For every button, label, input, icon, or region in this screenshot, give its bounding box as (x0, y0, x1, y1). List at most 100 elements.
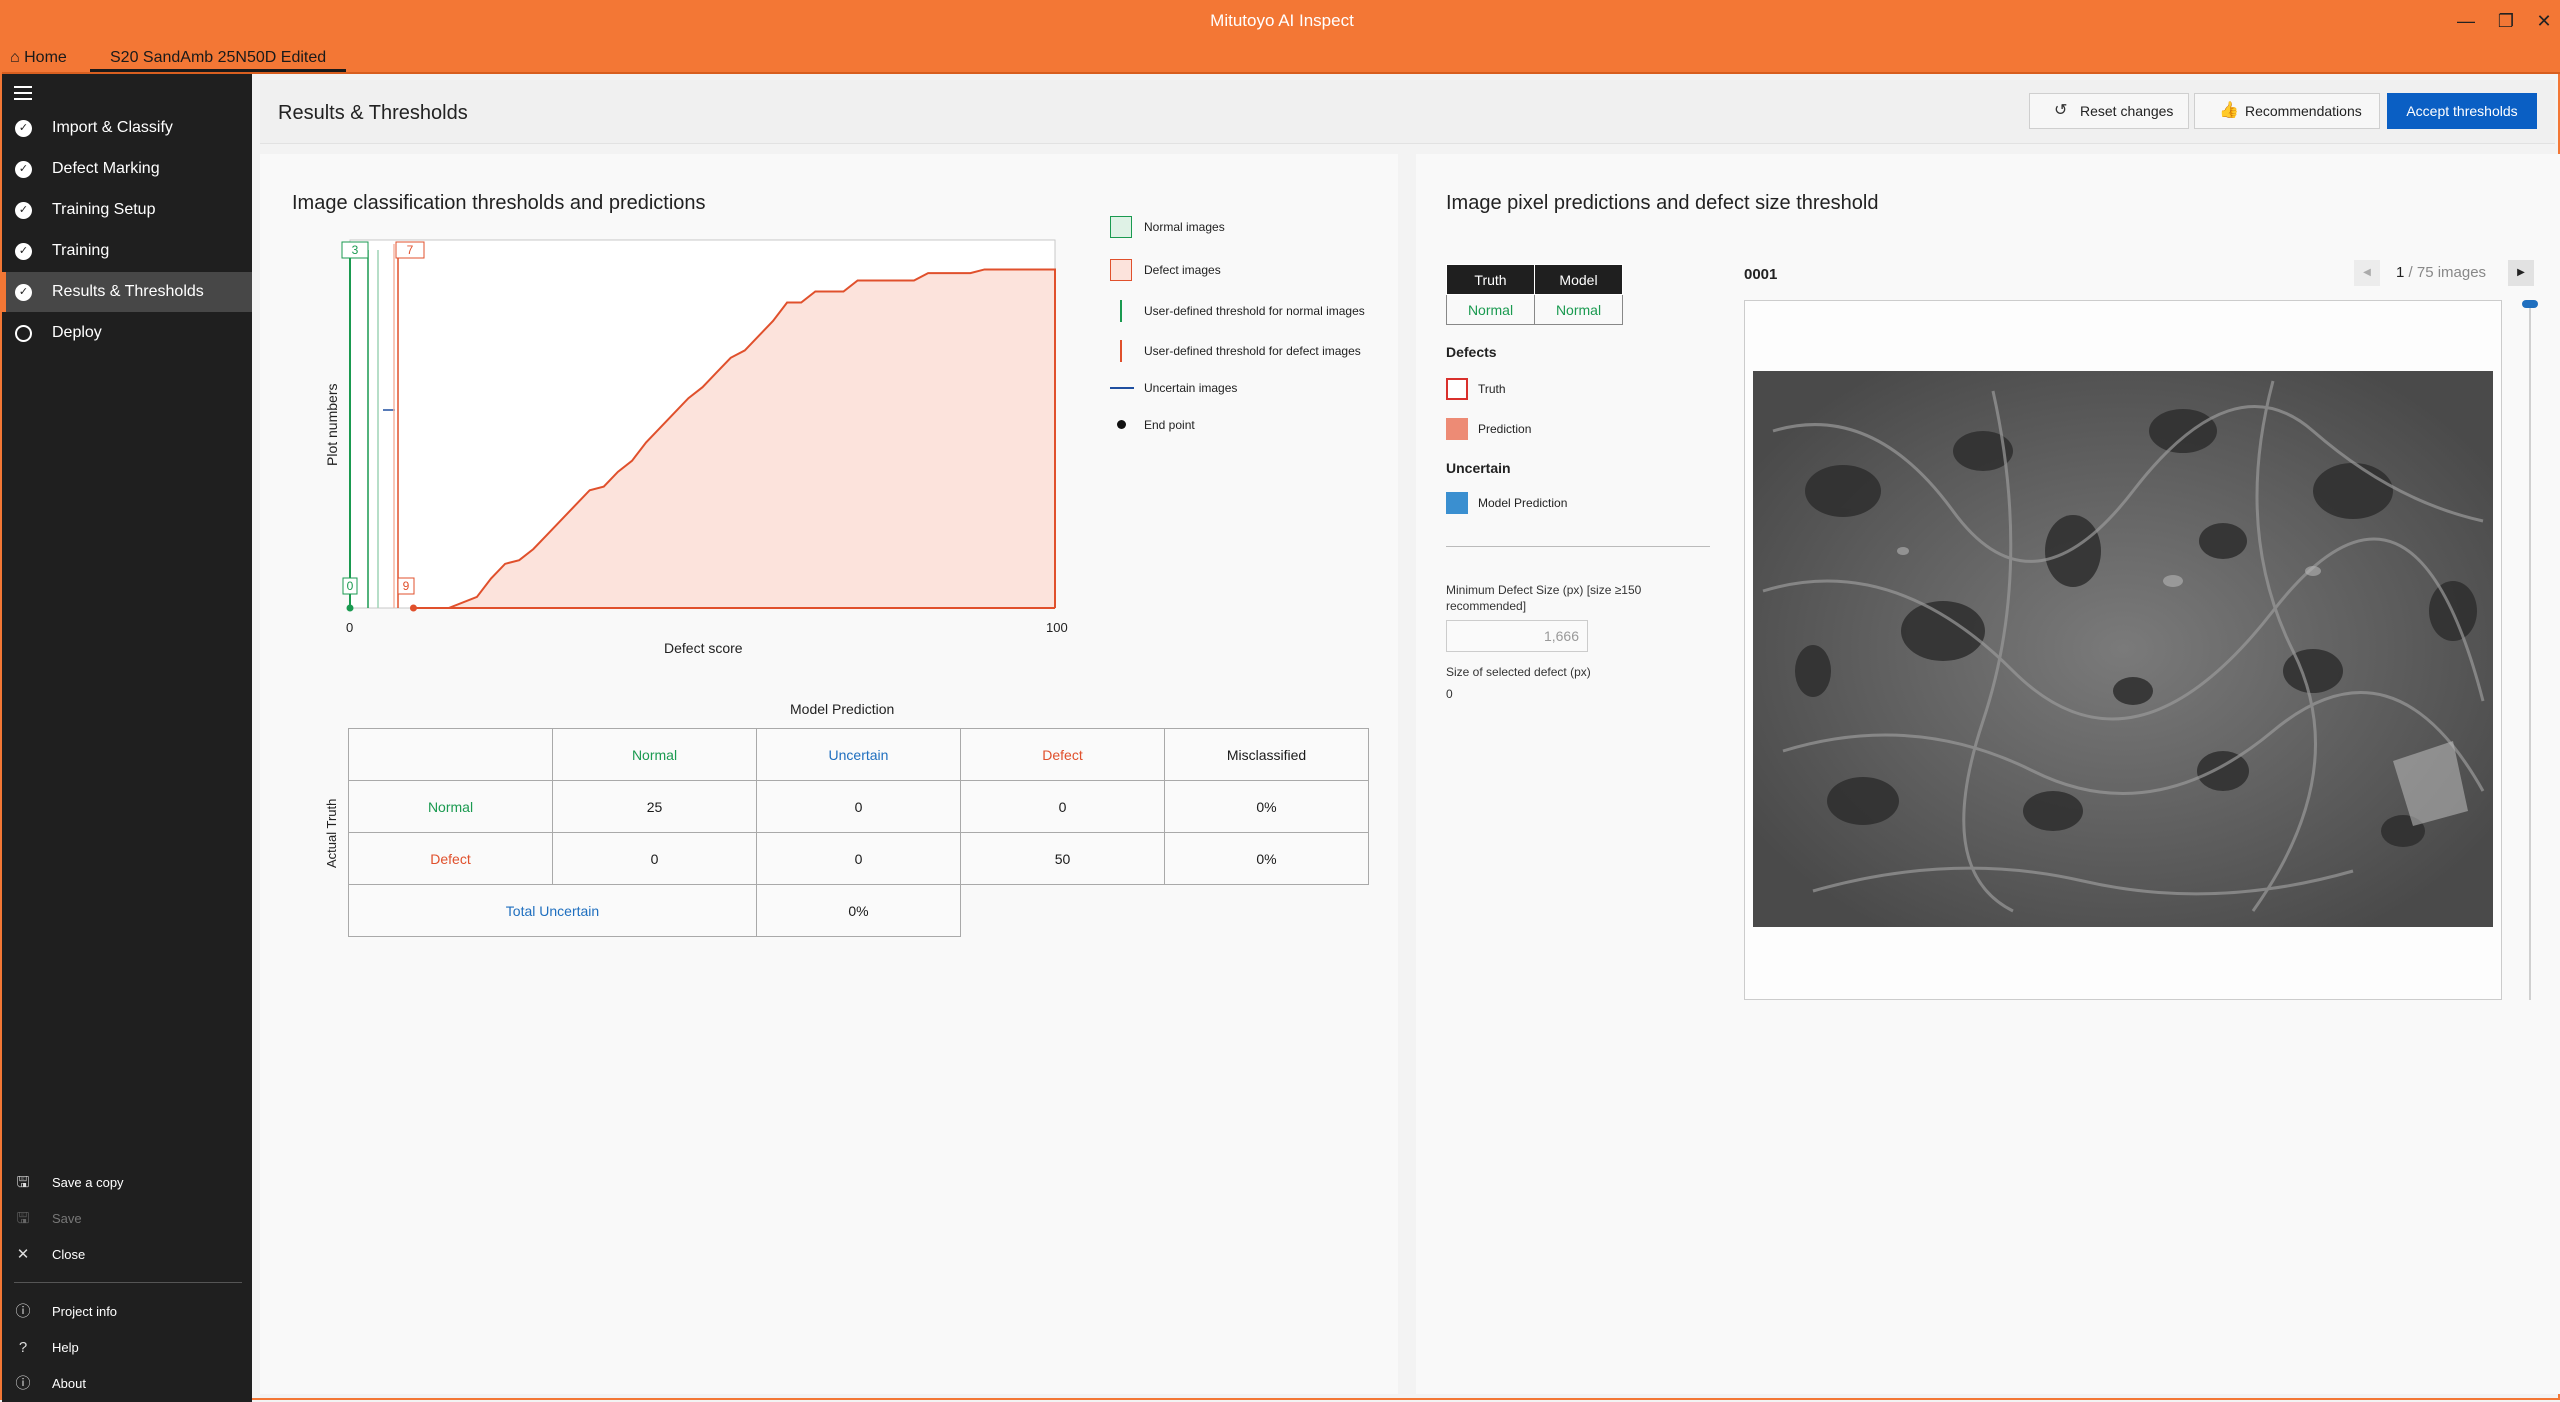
recommendations-button[interactable]: 👍 Recommendations (2194, 93, 2380, 129)
sidebar-item-training[interactable]: ✓ Training (2, 231, 252, 271)
normal-threshold-bottom-label: 0 (347, 579, 354, 593)
image-pager-text: 1 / 75 images (2396, 264, 2486, 281)
confusion-matrix: Normal Uncertain Defect Misclassified No… (348, 728, 1369, 937)
legend-label: User-defined threshold for normal images (1144, 304, 1365, 318)
close-button[interactable]: ✕ Close (2, 1240, 252, 1270)
legend-label: Defect images (1144, 263, 1221, 277)
window-title: Mitutoyo AI Inspect (1210, 11, 1354, 30)
history-icon: ↺ (2054, 102, 2068, 119)
x-tick-label: 100 (1046, 620, 1068, 635)
save-copy-label: Save a copy (52, 1175, 124, 1190)
min-defect-size-input[interactable]: 1,666 (1446, 620, 1588, 652)
about-button[interactable]: ⓘ About (2, 1369, 252, 1399)
image-scrollbar-thumb[interactable] (2522, 300, 2538, 308)
previous-image-button[interactable]: ◀ (2354, 260, 2380, 286)
table-row: Normal Uncertain Defect Misclassified (348, 728, 1369, 781)
image-viewer[interactable] (1744, 300, 2502, 1000)
table-cell-empty (1165, 885, 1369, 937)
table-cell[interactable]: 50 (960, 832, 1165, 885)
sidebar-item-training-setup[interactable]: ✓ Training Setup (2, 190, 252, 230)
hamburger-menu-icon[interactable] (14, 86, 32, 100)
selected-defect-size-value: 0 (1446, 687, 1453, 701)
table-cell[interactable]: 0 (756, 780, 961, 833)
close-label: Close (52, 1247, 86, 1262)
pixel-prediction-panel: Image pixel predictions and defect size … (1416, 154, 2560, 1394)
sidebar-item-label: Results & Thresholds (52, 283, 204, 300)
check-circle-icon: ✓ (15, 243, 32, 260)
normal-swatch (1110, 216, 1132, 238)
col-header-normal: Normal (552, 728, 757, 781)
table-cell[interactable]: 0 (960, 780, 1165, 833)
table-cell: 0% (1164, 780, 1369, 833)
save-label: Save (52, 1211, 82, 1226)
defect-end-point (409, 604, 417, 612)
close-window-icon[interactable]: ✕ (2526, 6, 2560, 36)
tab-home-label: Home (24, 49, 67, 66)
check-circle-icon: ✓ (15, 284, 32, 301)
divider (1446, 546, 1710, 547)
model-prediction-key-label: Model Prediction (1478, 496, 1568, 510)
save-copy-icon: 🖫 (16, 1174, 30, 1191)
prediction-key[interactable]: Prediction (1446, 418, 1531, 440)
truth-header: Truth (1446, 264, 1535, 295)
col-header-misclassified: Misclassified (1164, 728, 1369, 781)
tab-project[interactable]: S20 SandAmb 25N50D Edited (90, 46, 347, 72)
image-id: 0001 (1744, 266, 1778, 283)
sidebar: ✓ Import & Classify ✓ Defect Marking ✓ T… (2, 74, 252, 1402)
about-icon: ⓘ (15, 1375, 31, 1392)
save-copy-button[interactable]: 🖫 Save a copy (2, 1168, 252, 1198)
info-icon: ⓘ (15, 1303, 31, 1320)
col-header-defect: Defect (960, 728, 1165, 781)
restore-icon[interactable]: ❐ (2488, 6, 2524, 36)
image-scrollbar-track[interactable] (2529, 300, 2531, 1000)
sidebar-item-import-classify[interactable]: ✓ Import & Classify (2, 108, 252, 148)
accept-thresholds-button[interactable]: Accept thresholds (2387, 93, 2537, 129)
table-row: Total Uncertain 0% (348, 884, 1369, 937)
project-info-button[interactable]: ⓘ Project info (2, 1297, 252, 1327)
sidebar-item-deploy[interactable]: Deploy (2, 313, 252, 353)
empty-circle-icon (15, 325, 32, 342)
normal-threshold-top-label: 3 (352, 243, 359, 257)
table-cell-empty (961, 885, 1165, 937)
sidebar-divider (14, 1282, 242, 1283)
table-cell[interactable]: 0 (756, 832, 961, 885)
confusion-matrix-title: Model Prediction (790, 701, 895, 717)
table-row: Truth Model (1446, 264, 1623, 295)
sidebar-item-label: Training Setup (52, 201, 156, 218)
sem-surface-image[interactable] (1753, 371, 2493, 927)
x-axis-label: Defect score (664, 640, 743, 656)
actual-truth-label: Actual Truth (324, 798, 339, 868)
sidebar-item-label: Import & Classify (52, 119, 173, 136)
selected-defect-size-label: Size of selected defect (px) (1446, 665, 1591, 679)
col-header-uncertain: Uncertain (756, 728, 961, 781)
model-prediction-key[interactable]: Model Prediction (1446, 492, 1567, 514)
reset-changes-button[interactable]: ↺ Reset changes (2029, 93, 2189, 129)
minimize-icon[interactable]: — (2448, 6, 2484, 36)
page-title: Results & Thresholds (278, 102, 468, 124)
table-cell[interactable]: 25 (552, 780, 757, 833)
total-uncertain-value: 0% (756, 884, 961, 937)
defect-swatch (1110, 259, 1132, 281)
uncertain-line-icon (1110, 387, 1134, 389)
save-button[interactable]: 🖫 Save (2, 1204, 252, 1234)
truth-outline-icon (1446, 378, 1468, 400)
table-row: Normal Normal (1446, 294, 1623, 325)
table-cell[interactable]: 0 (552, 832, 757, 885)
defect-threshold-line-icon (1120, 340, 1122, 362)
sidebar-item-results-thresholds[interactable]: ✓ Results & Thresholds (2, 272, 252, 312)
sidebar-item-defect-marking[interactable]: ✓ Defect Marking (2, 149, 252, 189)
classification-panel: Image classification thresholds and pred… (260, 154, 1398, 1394)
tab-home[interactable]: ⌂ Home (10, 46, 67, 72)
table-cell: 0% (1164, 832, 1369, 885)
help-button[interactable]: ? Help (2, 1333, 252, 1363)
defect-threshold-top-label: 7 (407, 243, 414, 257)
end-point-dot-icon (1117, 420, 1126, 429)
row-header-normal: Normal (348, 780, 553, 833)
pager-total: / 75 images (2408, 264, 2487, 281)
next-image-button[interactable]: ▶ (2508, 260, 2534, 286)
check-circle-icon: ✓ (15, 161, 32, 178)
defect-threshold-bottom-label: 9 (403, 579, 410, 593)
sidebar-item-label: Training (52, 242, 110, 259)
project-info-label: Project info (52, 1304, 118, 1319)
truth-key[interactable]: Truth (1446, 378, 1506, 400)
